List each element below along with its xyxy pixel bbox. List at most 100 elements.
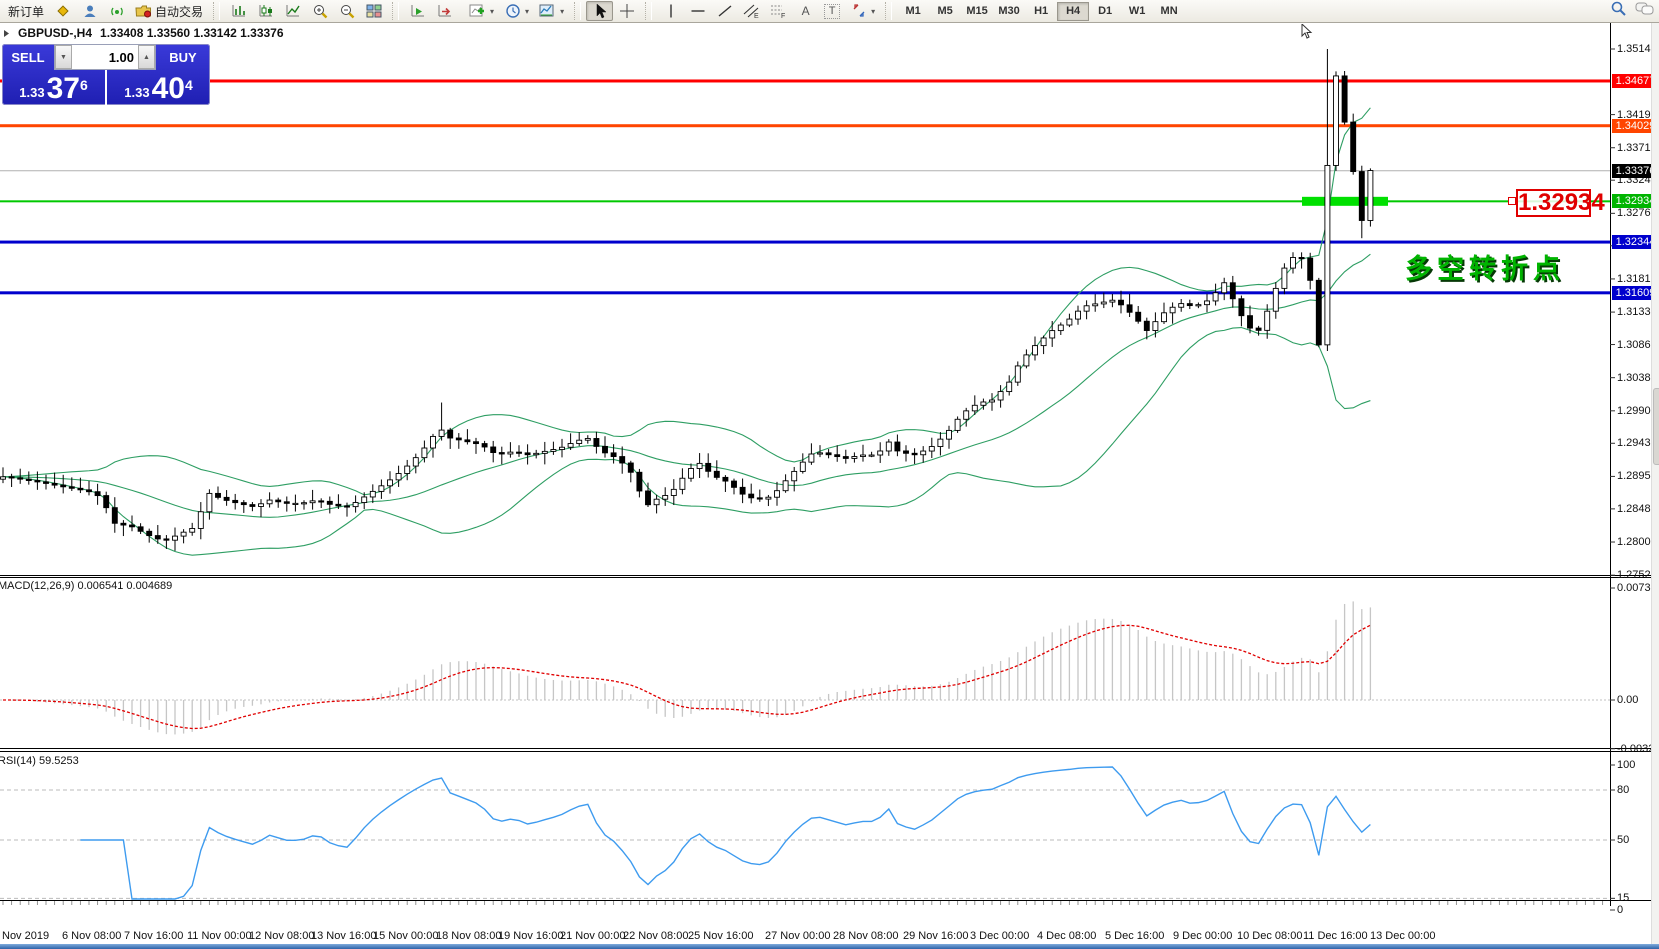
price-callout-label[interactable]: 1.32934 bbox=[1516, 189, 1591, 217]
chevron-down-icon bbox=[560, 7, 564, 16]
vertical-scrollbar[interactable] bbox=[1651, 22, 1659, 944]
toolbar-separator bbox=[392, 2, 399, 20]
scrollbar-thumb[interactable] bbox=[1653, 388, 1659, 465]
arrows-icon bbox=[850, 3, 867, 19]
cursor-icon bbox=[591, 3, 608, 19]
one-click-trading-panel: SELL ▼ ▲ BUY 1.33 37 6 1.33 40 4 bbox=[2, 44, 210, 105]
profile-icon bbox=[81, 3, 98, 19]
date-label: 12 Nov 08:00 bbox=[249, 930, 314, 942]
date-label: 27 Nov 00:00 bbox=[765, 930, 830, 942]
date-label: 25 Nov 16:00 bbox=[688, 930, 753, 942]
trendline-icon bbox=[716, 3, 733, 19]
sell-price[interactable]: 1.33 37 6 bbox=[2, 70, 107, 105]
chart-title: GBPUSD-,H4 1.33408 1.33560 1.33142 1.333… bbox=[3, 26, 284, 40]
indicators-icon bbox=[469, 3, 486, 19]
tile-windows-button[interactable] bbox=[360, 1, 387, 21]
templates-icon bbox=[539, 3, 556, 19]
tf-h4[interactable]: H4 bbox=[1057, 2, 1089, 21]
indicators-button[interactable] bbox=[464, 1, 499, 21]
auto-scroll-icon bbox=[409, 3, 426, 19]
vertical-line-icon bbox=[662, 3, 679, 19]
signals-button[interactable] bbox=[103, 1, 130, 21]
chart-canvas[interactable] bbox=[0, 0, 1659, 949]
chat-icon[interactable] bbox=[1635, 1, 1655, 22]
autotrade-button[interactable]: 自动交易 bbox=[130, 1, 208, 21]
tf-d1[interactable]: D1 bbox=[1089, 2, 1121, 21]
tf-m1[interactable]: M1 bbox=[897, 2, 929, 21]
sell-price-prefix: 1.33 bbox=[19, 83, 44, 103]
rsi-axis-tick: 50 bbox=[1617, 833, 1629, 847]
tf-m5[interactable]: M5 bbox=[929, 2, 961, 21]
tf-m15[interactable]: M15 bbox=[961, 2, 993, 21]
tf-h1[interactable]: H1 bbox=[1025, 2, 1057, 21]
channel-letter: E bbox=[754, 13, 759, 19]
auto-scroll-button[interactable] bbox=[404, 1, 431, 21]
trendline-tool[interactable] bbox=[711, 1, 738, 21]
new-chart-button[interactable] bbox=[49, 1, 76, 21]
fibonacci-tool[interactable]: F bbox=[765, 1, 792, 21]
fibo-letter: F bbox=[781, 13, 785, 19]
line-chart-button[interactable] bbox=[279, 1, 306, 21]
level-line bbox=[0, 241, 1610, 244]
crosshair-tool-button[interactable] bbox=[613, 1, 640, 21]
buy-button[interactable]: BUY bbox=[156, 44, 210, 70]
volume-decrease-button[interactable]: ▼ bbox=[55, 45, 72, 69]
horizontal-line-tool[interactable] bbox=[684, 1, 711, 21]
chart-shift-icon bbox=[436, 3, 453, 19]
buy-price-main: 40 bbox=[152, 75, 185, 103]
timeframe-group: M1 M5 M15 M30 H1 H4 D1 W1 MN bbox=[894, 0, 1188, 22]
label-icon: T bbox=[824, 4, 840, 19]
date-label: 7 Nov 16:00 bbox=[124, 930, 183, 942]
channel-icon: E bbox=[743, 3, 760, 19]
chart-shift-button[interactable] bbox=[431, 1, 458, 21]
date-label: 21 Nov 00:00 bbox=[560, 930, 625, 942]
new-order-label: 新订单 bbox=[8, 3, 44, 20]
volume-input[interactable] bbox=[72, 45, 138, 69]
taskbar-edge bbox=[0, 944, 1659, 949]
sell-button[interactable]: SELL bbox=[2, 44, 54, 70]
line-chart-icon bbox=[284, 3, 301, 19]
candle-chart-button[interactable] bbox=[252, 1, 279, 21]
periods-icon bbox=[504, 3, 521, 19]
date-label: 9 Dec 00:00 bbox=[1173, 930, 1232, 942]
sell-price-pip: 6 bbox=[80, 70, 88, 100]
volume-increase-button[interactable]: ▲ bbox=[138, 45, 155, 69]
zoom-in-icon bbox=[311, 3, 328, 19]
search-icon[interactable] bbox=[1610, 0, 1627, 22]
arrows-tool[interactable] bbox=[845, 1, 880, 21]
channel-tool[interactable]: E bbox=[738, 1, 765, 21]
crosshair-icon bbox=[618, 3, 635, 19]
cursor-tool-button[interactable] bbox=[586, 1, 613, 21]
callout-anchor-marker bbox=[1508, 197, 1516, 205]
tf-w1[interactable]: W1 bbox=[1121, 2, 1153, 21]
date-label: 22 Nov 08:00 bbox=[623, 930, 688, 942]
templates-button[interactable] bbox=[534, 1, 569, 21]
bar-chart-button[interactable] bbox=[225, 1, 252, 21]
date-label: 11 Nov 00:00 bbox=[187, 930, 252, 942]
chevron-down-icon bbox=[490, 7, 494, 16]
bar-chart-icon bbox=[230, 3, 247, 19]
chevron-down-icon bbox=[525, 7, 529, 16]
date-label: 6 Nov 08:00 bbox=[62, 930, 121, 942]
trend-annotation: 多空转折点 bbox=[1405, 247, 1565, 286]
tf-m30[interactable]: M30 bbox=[993, 2, 1025, 21]
mouse-cursor-icon bbox=[1301, 24, 1313, 45]
new-order-button[interactable]: 新订单 bbox=[3, 1, 49, 21]
zoom-out-button[interactable] bbox=[333, 1, 360, 21]
text-tool[interactable]: A bbox=[792, 1, 819, 21]
text-icon: A bbox=[797, 3, 814, 19]
tf-mn[interactable]: MN bbox=[1153, 2, 1185, 21]
zoom-in-button[interactable] bbox=[306, 1, 333, 21]
macd-label: MACD(12,26,9) 0.006541 0.004689 bbox=[0, 580, 172, 592]
rsi-axis-tick: 80 bbox=[1617, 783, 1629, 797]
date-label: 18 Nov 08:00 bbox=[436, 930, 501, 942]
buy-price[interactable]: 1.33 40 4 bbox=[107, 70, 210, 105]
date-label: 15 Nov 00:00 bbox=[373, 930, 438, 942]
vertical-line-tool[interactable] bbox=[657, 1, 684, 21]
symbol-timeframe: GBPUSD-,H4 bbox=[18, 26, 92, 40]
market-icon bbox=[135, 3, 152, 19]
periods-button[interactable] bbox=[499, 1, 534, 21]
label-tool[interactable]: T bbox=[819, 1, 845, 21]
profile-button[interactable] bbox=[76, 1, 103, 21]
buy-price-pip: 4 bbox=[185, 70, 193, 100]
